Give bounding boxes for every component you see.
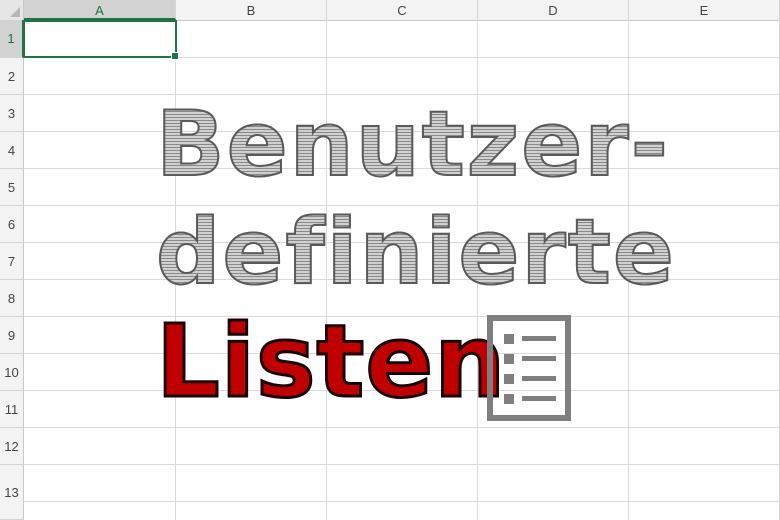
title-line-3: Listen <box>154 303 507 420</box>
row-header-6[interactable]: 6 <box>0 206 24 243</box>
row-header-8[interactable]: 8 <box>0 280 24 317</box>
row-header-5[interactable]: 5 <box>0 169 24 206</box>
row-header-2[interactable]: 2 <box>0 58 24 95</box>
row-header-11[interactable]: 11 <box>0 391 24 428</box>
fill-handle[interactable] <box>171 52 179 60</box>
column-header-e[interactable]: E <box>629 0 780 20</box>
column-header-c[interactable]: C <box>327 0 478 20</box>
select-all-corner[interactable] <box>0 0 24 20</box>
column-header-a[interactable]: A <box>24 0 176 20</box>
row-header-1[interactable]: 1 <box>0 20 24 58</box>
row-header-3[interactable]: 3 <box>0 95 24 132</box>
active-cell-a1[interactable] <box>23 20 179 60</box>
row-header-10[interactable]: 10 <box>0 354 24 391</box>
column-header-b[interactable]: B <box>176 0 327 20</box>
title-line-1: Benutzer- <box>155 92 670 197</box>
row-header-9[interactable]: 9 <box>0 317 24 354</box>
row-header-7[interactable]: 7 <box>0 243 24 280</box>
spreadsheet: A B C D E 1 2 3 4 5 6 7 8 9 10 11 12 13 <box>0 0 780 520</box>
row-header-13[interactable]: 13 <box>0 465 24 520</box>
row-header-12[interactable]: 12 <box>0 428 24 465</box>
row-header-4[interactable]: 4 <box>0 132 24 169</box>
title-line-2: definierte <box>155 200 676 305</box>
list-icon <box>487 315 571 421</box>
column-header-d[interactable]: D <box>478 0 629 20</box>
column-header-row: A B C D E <box>0 0 780 21</box>
